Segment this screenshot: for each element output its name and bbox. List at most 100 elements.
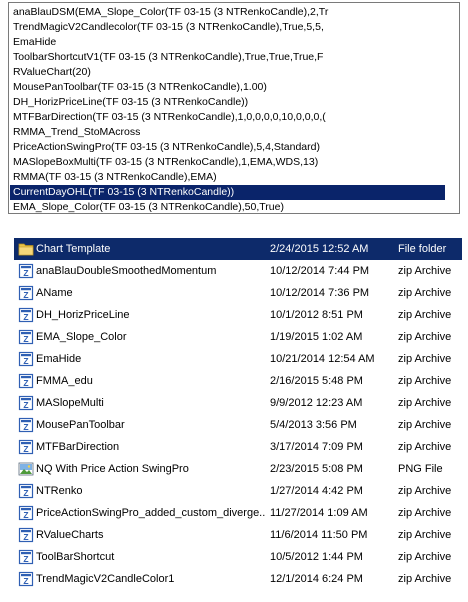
file-date-modified: 10/1/2012 8:51 PM [270,309,363,321]
file-row[interactable]: Z EMA_Slope_Color 1/19/2015 1:02 AM zip Arc… [14,326,462,348]
zip-archive-icon: Z [18,351,34,367]
file-type: zip Archive [398,287,452,299]
list-scroll-edge [445,3,459,213]
file-type: zip Archive [398,309,452,321]
indicator-list-item[interactable]: anaBlauDSM(EMA_Slope_Color(TF 03-15 (3 N… [10,5,445,20]
file-row[interactable]: Z MASlopeMulti 9/9/2012 12:23 AM zip Archiv… [14,392,462,414]
file-date-modified: 3/17/2014 7:09 PM [270,441,363,453]
file-type: zip Archive [398,573,452,585]
file-date-modified: 1/19/2015 1:02 AM [270,331,363,343]
file-row[interactable]: Z MousePanToolbar 5/4/2013 3:56 PM zip Arch… [14,414,462,436]
file-name: RValueCharts [36,529,104,541]
file-name: AName [36,287,73,299]
file-row[interactable]: Z MTFBarDirection 3/17/2014 7:09 PM zip Arc… [14,436,462,458]
file-type: zip Archive [398,353,452,365]
file-name: EMA_Slope_Color [36,331,127,343]
file-type: File folder [398,243,447,255]
file-type: zip Archive [398,507,452,519]
png-image-icon [18,461,34,477]
file-type: zip Archive [398,419,452,431]
file-name: FMMA_edu [36,375,93,387]
file-type: zip Archive [398,375,452,387]
file-name: MousePanToolbar [36,419,125,431]
indicator-list-box[interactable]: anaBlauDSM(EMA_Slope_Color(TF 03-15 (3 N… [8,2,460,214]
file-row[interactable]: Z PriceActionSwingPro_added_custom_diverg… [14,502,462,524]
file-type: zip Archive [398,441,452,453]
svg-text:Z: Z [23,444,28,454]
file-type: zip Archive [398,397,452,409]
file-row[interactable]: ZanaBlauDoubleSmoothedMomentum 10/12/2014… [14,260,462,282]
file-row[interactable]: Z TrendMagicV2CandleColor1 12/1/2014 6:24 … [14,568,462,590]
file-name: anaBlauDoubleSmoothedMomentum [36,265,217,277]
file-date-modified: 9/9/2012 12:23 AM [270,397,363,409]
svg-text:Z: Z [23,400,28,410]
file-row[interactable]: Z DH_HorizPriceLine 10/1/2012 8:51 PM zip A… [14,304,462,326]
indicator-list-item[interactable]: RValueChart(20) [10,65,445,80]
file-row[interactable]: Z ToolBarShortcut 10/5/2012 1:44 PM zip Arc… [14,546,462,568]
svg-text:Z: Z [23,268,28,278]
file-row[interactable]: Chart Template 2/24/2015 12:52 AM File fol… [14,238,462,260]
indicator-list-item[interactable]: MousePanToolbar(TF 03-15 (3 NTRenkoCandl… [10,80,445,95]
indicator-list-item[interactable]: MTFBarDirection(TF 03-15 (3 NTRenkoCandl… [10,110,445,125]
file-date-modified: 2/23/2015 5:08 PM [270,463,363,475]
file-date-modified: 1/27/2014 4:42 PM [270,485,363,497]
zip-archive-icon: Z [18,549,34,565]
file-type: zip Archive [398,551,452,563]
file-date-modified: 10/21/2014 12:54 AM [270,353,375,365]
svg-text:Z: Z [23,554,28,564]
file-date-modified: 2/16/2015 5:48 PM [270,375,363,387]
svg-text:Z: Z [23,312,28,322]
svg-text:Z: Z [23,422,28,432]
file-row[interactable]: NQ With Price Action SwingPro 2/23/2015 5… [14,458,462,480]
file-name: EmaHide [36,353,82,365]
file-list: Chart Template 2/24/2015 12:52 AM File fol… [14,238,462,590]
indicator-list-item[interactable]: DH_HorizPriceLine(TF 03-15 (3 NTRenkoCan… [10,95,445,110]
file-date-modified: 10/12/2014 7:44 PM [270,265,370,277]
svg-text:Z: Z [23,510,28,520]
file-type: zip Archive [398,529,452,541]
file-row[interactable]: Z AName 10/12/2014 7:36 PM zip Archive [14,282,462,304]
file-row[interactable]: Z NTRenko 1/27/2014 4:42 PM zip Archive [14,480,462,502]
svg-text:Z: Z [23,378,28,388]
file-name: MASlopeMulti [36,397,104,409]
indicator-list-item[interactable]: PriceActionSwingPro(TF 03-15 (3 NTRenkoC… [10,140,445,155]
indicator-list-item[interactable]: RMMA(TF 03-15 (3 NTRenkoCandle),EMA) [10,170,445,185]
svg-text:Z: Z [23,576,28,586]
zip-archive-icon: Z [18,527,34,543]
svg-text:Z: Z [23,334,28,344]
file-type: zip Archive [398,485,452,497]
file-date-modified: 2/24/2015 12:52 AM [270,243,369,255]
zip-archive-icon: Z [18,285,34,301]
file-date-modified: 10/5/2012 1:44 PM [270,551,363,563]
file-name: ToolBarShortcut [36,551,115,563]
zip-archive-icon: Z [18,263,34,279]
indicator-list-item[interactable]: EmaHide [10,35,445,50]
indicator-list-item[interactable]: EMA_Slope_Color(TF 03-15 (3 NTRenkoCandl… [10,200,445,213]
file-row[interactable]: Z RValueCharts 11/6/2014 11:50 PM zip Archi… [14,524,462,546]
zip-archive-icon: Z [18,395,34,411]
indicator-list-item[interactable]: ToolbarShortcutV1(TF 03-15 (3 NTRenkoCan… [10,50,445,65]
file-name: TrendMagicV2CandleColor1 [36,573,175,585]
file-type: zip Archive [398,331,452,343]
zip-archive-icon: Z [18,417,34,433]
file-name: NTRenko [36,485,83,497]
file-date-modified: 5/4/2013 3:56 PM [270,419,357,431]
indicator-list-item[interactable]: TrendMagicV2Candlecolor(TF 03-15 (3 NTRe… [10,20,445,35]
indicator-list-item[interactable]: RMMA_Trend_StoMAcross [10,125,445,140]
file-date-modified: 11/6/2014 11:50 PM [270,529,368,541]
zip-archive-icon: Z [18,571,34,587]
file-name: MTFBarDirection [36,441,120,453]
svg-text:Z: Z [23,532,28,542]
svg-text:Z: Z [23,290,28,300]
file-row[interactable]: Z EmaHide 10/21/2014 12:54 AM zip Archive [14,348,462,370]
file-type: zip Archive [398,265,452,277]
file-type: PNG File [398,463,443,475]
indicator-list-item[interactable]: MASlopeBoxMulti(TF 03-15 (3 NTRenkoCandl… [10,155,445,170]
indicator-list-item[interactable]: CurrentDayOHL(TF 03-15 (3 NTRenkoCandle)… [10,185,445,200]
file-name: NQ With Price Action SwingPro [36,463,189,475]
indicator-list: anaBlauDSM(EMA_Slope_Color(TF 03-15 (3 N… [10,5,445,213]
file-name: PriceActionSwingPro_added_custom_diverge… [36,507,266,519]
file-name: DH_HorizPriceLine [36,309,130,321]
file-row[interactable]: Z FMMA_edu 2/16/2015 5:48 PM zip Archive [14,370,462,392]
file-date-modified: 12/1/2014 6:24 PM [270,573,363,585]
